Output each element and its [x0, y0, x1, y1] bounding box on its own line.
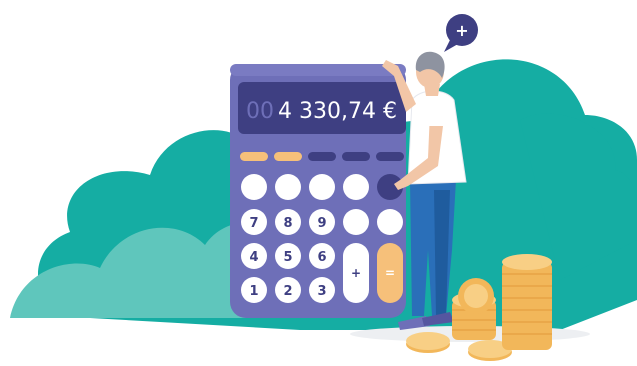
plus-icon: +	[455, 21, 468, 40]
coin-standing-inner	[464, 284, 488, 308]
display-value: 4 330,74 €	[278, 99, 397, 124]
calculator-body-shade	[230, 64, 406, 76]
function-bar-3[interactable]	[308, 152, 336, 161]
function-bar-2[interactable]	[274, 152, 302, 161]
key-blank-5[interactable]	[343, 209, 369, 235]
key-blank-1[interactable]	[241, 174, 267, 200]
function-bar-1[interactable]	[240, 152, 268, 161]
display-prefix: 00	[246, 99, 274, 124]
person-sleeve	[426, 104, 446, 126]
coin-stack-tall	[502, 262, 552, 350]
coin-ground-1-top	[406, 332, 450, 350]
illustration-scene: 00 4 330,74 € 7 8 9 4 5 6 1 2 3 + = +	[0, 0, 637, 366]
key-6-label: 6	[317, 250, 326, 265]
key-blank-4[interactable]	[343, 174, 369, 200]
key-plus-label: +	[351, 266, 361, 280]
key-3-label: 3	[317, 284, 326, 299]
key-9-label: 9	[317, 216, 326, 231]
key-1-label: 1	[249, 284, 258, 299]
coin-stack-tall-top	[502, 254, 552, 270]
key-blank-6[interactable]	[377, 209, 403, 235]
key-7-label: 7	[249, 216, 258, 231]
key-5-label: 5	[283, 250, 292, 265]
calculator-illustration: 00 4 330,74 € 7 8 9 4 5 6 1 2 3 + = +	[10, 14, 637, 361]
key-4-label: 4	[249, 250, 258, 265]
key-2-label: 2	[283, 284, 292, 299]
function-bar-5[interactable]	[376, 152, 404, 161]
function-bar-4[interactable]	[342, 152, 370, 161]
key-blank-3[interactable]	[309, 174, 335, 200]
key-blank-2[interactable]	[275, 174, 301, 200]
key-equals-label: =	[385, 266, 395, 280]
key-8-label: 8	[283, 216, 292, 231]
